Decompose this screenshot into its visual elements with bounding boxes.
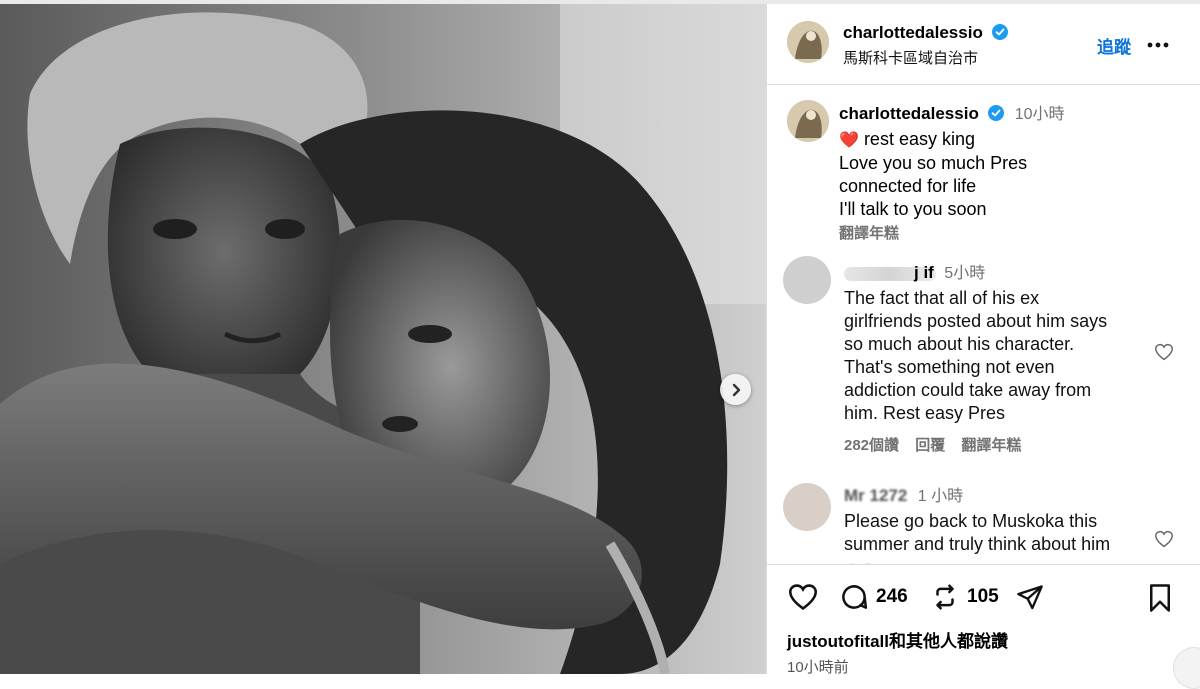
commenter-username[interactable]: Mr 1272 xyxy=(844,486,907,505)
repost-icon xyxy=(936,584,954,610)
comment-line: him. Rest easy Pres xyxy=(844,403,1006,423)
comment-line: Please go back to Muskoka this xyxy=(844,511,1098,531)
post-location[interactable]: 馬斯科卡區域自治市 xyxy=(843,47,978,68)
comment-line: That's something not even xyxy=(844,357,1055,377)
comment-line: addiction could take away from xyxy=(844,380,1092,400)
verified-badge-icon xyxy=(992,24,1009,45)
repost-button[interactable]: 105 xyxy=(930,582,999,612)
comment-text: Please go back to Muskoka this summer an… xyxy=(844,510,1154,556)
caption-line-4: I'll talk to you soon xyxy=(839,199,987,219)
caption-username[interactable]: charlottedalessio xyxy=(839,104,979,123)
post-photo[interactable] xyxy=(0,4,766,674)
avatar-image xyxy=(787,100,829,142)
chevron-right-icon xyxy=(732,383,740,396)
heart-outline-icon xyxy=(788,584,818,611)
commenter-username[interactable]: j if xyxy=(914,263,934,282)
author-username[interactable]: charlottedalessio xyxy=(843,23,983,42)
caption-time: 10小時 xyxy=(1014,106,1065,123)
commenter-avatar[interactable] xyxy=(783,256,831,304)
liked-by-summary[interactable]: justoutofitall和其他人都說讚 xyxy=(787,627,1008,652)
comment-line: so much about his character. xyxy=(844,334,1075,354)
send-icon xyxy=(1017,585,1043,610)
author-avatar[interactable] xyxy=(787,21,829,63)
caption-author-avatar[interactable] xyxy=(787,100,829,142)
comment-text: The fact that all of his ex girlfriends … xyxy=(844,287,1144,425)
like-button[interactable] xyxy=(787,583,819,616)
caption-line-2: Love you so much Pres xyxy=(839,153,1028,173)
comment-time: 5小時 xyxy=(944,265,986,282)
comment-like-heart-icon[interactable] xyxy=(1154,343,1174,366)
post-header: charlottedalessio 馬斯科卡區域自治市 追蹤 xyxy=(767,4,1200,85)
more-options-icon[interactable] xyxy=(1147,35,1169,53)
comment-reply-button[interactable]: 回覆 xyxy=(915,437,945,454)
follow-button[interactable]: 追蹤 xyxy=(1097,33,1131,58)
comment-line: girlfriends posted about him says xyxy=(844,311,1108,331)
comment-line: summer and truly think about him xyxy=(844,534,1111,554)
avatar-image xyxy=(787,21,829,63)
caption-line-1: ❤️ rest easy king xyxy=(839,128,1184,152)
save-button[interactable] xyxy=(1147,583,1173,618)
comment-line: The fact that all of his ex xyxy=(844,288,1040,308)
verified-badge-icon xyxy=(988,105,1005,126)
comment-like-count[interactable]: 282個讚 xyxy=(844,437,899,454)
caption-translate-link[interactable]: 翻譯年糕 xyxy=(839,222,1184,243)
comment-count: 246 xyxy=(876,586,908,607)
repost-count: 105 xyxy=(967,586,999,607)
caption-line-3: connected for life xyxy=(839,176,977,196)
caption-text-1: rest easy king xyxy=(863,129,975,149)
commenter-avatar[interactable] xyxy=(783,483,831,531)
bookmark-icon xyxy=(1150,584,1170,612)
comment-bubble-icon xyxy=(842,585,868,609)
next-photo-button[interactable] xyxy=(720,374,751,405)
post-sidebar: charlottedalessio 馬斯科卡區域自治市 追蹤 charlotte… xyxy=(766,4,1200,689)
floating-corner-button[interactable] xyxy=(1173,647,1200,689)
comment-button[interactable]: 246 xyxy=(839,582,908,612)
comment-translate-link[interactable]: 翻譯年糕 xyxy=(961,437,1021,454)
photo-illustration xyxy=(0,4,766,674)
comment-time: 1 小時 xyxy=(917,488,964,505)
comment-like-heart-icon[interactable] xyxy=(1154,530,1174,553)
post-actions-bar: 246 105 justoutofitall和其他人都說讚 10小時前 xyxy=(767,564,1200,689)
red-heart-emoji: ❤️ xyxy=(839,132,859,149)
share-button[interactable] xyxy=(1015,583,1045,616)
